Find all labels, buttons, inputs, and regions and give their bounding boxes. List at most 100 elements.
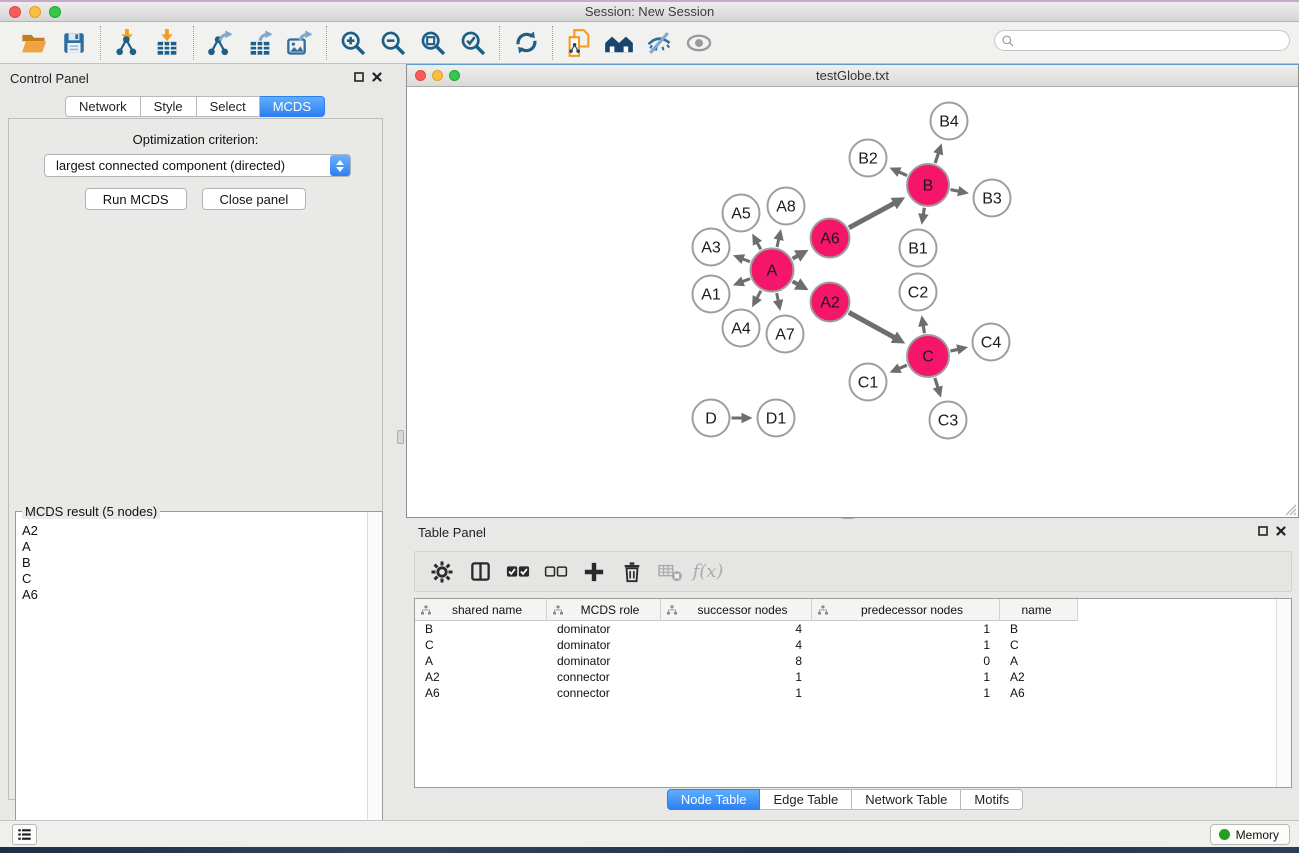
- column-header-MCDS-role[interactable]: MCDS role: [547, 599, 661, 621]
- table-cell: 1: [812, 621, 1000, 637]
- import-table-button[interactable]: [151, 27, 183, 59]
- memory-button[interactable]: Memory: [1210, 824, 1290, 845]
- graph-node-label: C1: [858, 375, 879, 392]
- close-panel-icon[interactable]: [372, 72, 382, 82]
- table-row[interactable]: A6connector11A6: [415, 685, 1276, 701]
- save-session-button[interactable]: [58, 27, 90, 59]
- export-table-button[interactable]: [244, 27, 276, 59]
- delete-row-button[interactable]: [619, 559, 645, 585]
- result-node-item[interactable]: A2: [22, 523, 368, 539]
- graph-node-label: D1: [766, 411, 787, 428]
- deselect-all-button[interactable]: [543, 559, 569, 585]
- tab-style[interactable]: Style: [141, 96, 197, 117]
- table-row[interactable]: Bdominator41B: [415, 621, 1276, 637]
- zoom-out-button[interactable]: [377, 27, 409, 59]
- result-node-item[interactable]: C: [22, 571, 368, 587]
- network-window-titlebar[interactable]: testGlobe.txt: [407, 65, 1298, 87]
- settings-button[interactable]: [429, 559, 455, 585]
- tab-mcds[interactable]: MCDS: [260, 96, 325, 117]
- table-cell: connector: [547, 685, 661, 701]
- network-close-button[interactable]: [415, 70, 426, 81]
- export-network-button[interactable]: [204, 27, 236, 59]
- tab-network[interactable]: Network: [65, 96, 141, 117]
- network-window-title: testGlobe.txt: [816, 68, 889, 83]
- table-cell: A2: [415, 669, 547, 685]
- delete-table-button[interactable]: [657, 559, 683, 585]
- tab-node-table[interactable]: Node Table: [667, 789, 761, 810]
- close-panel-button[interactable]: Close panel: [202, 188, 307, 210]
- graph-edge-arrowhead: [918, 315, 928, 327]
- minimize-window-button[interactable]: [29, 6, 41, 18]
- open-file-button[interactable]: [18, 27, 50, 59]
- column-selector-button[interactable]: [467, 559, 493, 585]
- control-panel: Control Panel NetworkStyleSelectMCDS Opt…: [0, 64, 390, 820]
- show-hidden-button[interactable]: [683, 27, 715, 59]
- network-canvas[interactable]: B4B2BB3A8A5A6A3B1AA1C2A2A4A7C4CC1C3DD1: [407, 88, 1298, 517]
- task-history-button[interactable]: [12, 824, 37, 845]
- result-scrollbar[interactable]: [367, 512, 382, 853]
- table-cell: connector: [547, 669, 661, 685]
- zoom-fit-button[interactable]: [417, 27, 449, 59]
- close-table-panel-icon[interactable]: [1276, 526, 1286, 536]
- resize-grip-icon[interactable]: [1283, 502, 1297, 516]
- tab-network-table[interactable]: Network Table: [852, 789, 961, 810]
- zoom-selected-button[interactable]: [457, 27, 489, 59]
- mcds-panel: Optimization criterion: largest connecte…: [8, 118, 383, 800]
- search-input[interactable]: [1015, 32, 1289, 49]
- result-node-item[interactable]: A6: [22, 587, 368, 603]
- column-header-predecessor-nodes[interactable]: predecessor nodes: [812, 599, 1000, 621]
- deselect-all-icon: [544, 563, 568, 580]
- table-cell: A6: [415, 685, 547, 701]
- graph-edge-C-C3[interactable]: [935, 378, 938, 389]
- column-label: MCDS role: [564, 603, 660, 617]
- table-cell: A: [415, 653, 547, 669]
- tab-edge-table[interactable]: Edge Table: [760, 789, 852, 810]
- column-label: successor nodes: [678, 603, 811, 617]
- column-hierarchy-icon: [817, 605, 829, 616]
- run-mcds-button[interactable]: Run MCDS: [85, 188, 187, 210]
- table-row[interactable]: Adominator80A: [415, 653, 1276, 669]
- result-node-item[interactable]: A: [22, 539, 368, 555]
- network-from-selection-button[interactable]: [563, 27, 595, 59]
- tab-select[interactable]: Select: [197, 96, 260, 117]
- table-row[interactable]: A2connector11A2: [415, 669, 1276, 685]
- delete-row-icon: [621, 561, 643, 583]
- select-all-button[interactable]: [505, 559, 531, 585]
- float-panel-icon[interactable]: [354, 72, 364, 82]
- column-header-shared-name[interactable]: shared name: [415, 599, 547, 621]
- close-window-button[interactable]: [9, 6, 21, 18]
- add-row-button[interactable]: [581, 559, 607, 585]
- graph-edge-B-B4[interactable]: [935, 152, 939, 163]
- graph-node-label: B: [923, 178, 934, 195]
- result-node-item[interactable]: B: [22, 555, 368, 571]
- network-minimize-button[interactable]: [432, 70, 443, 81]
- column-selector-icon: [469, 560, 492, 583]
- optimization-criterion-select[interactable]: largest connected component (directed): [44, 154, 351, 177]
- left-split-handle[interactable]: [397, 430, 404, 444]
- network-maximize-button[interactable]: [449, 70, 460, 81]
- export-image-button[interactable]: [284, 27, 316, 59]
- float-table-panel-icon[interactable]: [1258, 526, 1268, 536]
- table-scrollbar[interactable]: [1276, 599, 1291, 787]
- save-session-icon: [61, 30, 87, 56]
- column-header-successor-nodes[interactable]: successor nodes: [661, 599, 812, 621]
- graph-node-label: A7: [775, 327, 795, 344]
- zoom-in-button[interactable]: [337, 27, 369, 59]
- first-neighbors-button[interactable]: [603, 27, 635, 59]
- maximize-window-button[interactable]: [49, 6, 61, 18]
- hide-selected-button[interactable]: [643, 27, 675, 59]
- import-network-button[interactable]: [111, 27, 143, 59]
- delete-table-icon: [657, 561, 683, 583]
- graph-edge-A6-B[interactable]: [849, 203, 895, 228]
- graph-edge-A2-C[interactable]: [849, 312, 895, 338]
- refresh-button[interactable]: [510, 27, 542, 59]
- search-field[interactable]: [994, 30, 1290, 51]
- function-builder-button[interactable]: f(x): [695, 559, 721, 585]
- zoom-in-icon: [339, 29, 367, 57]
- table-cell: 8: [661, 653, 812, 669]
- tab-motifs[interactable]: Motifs: [961, 789, 1023, 810]
- column-header-name[interactable]: name: [1000, 599, 1078, 621]
- graph-node-label: A4: [731, 321, 751, 338]
- graph-edge-arrowhead: [774, 229, 784, 241]
- table-row[interactable]: Cdominator41C: [415, 637, 1276, 653]
